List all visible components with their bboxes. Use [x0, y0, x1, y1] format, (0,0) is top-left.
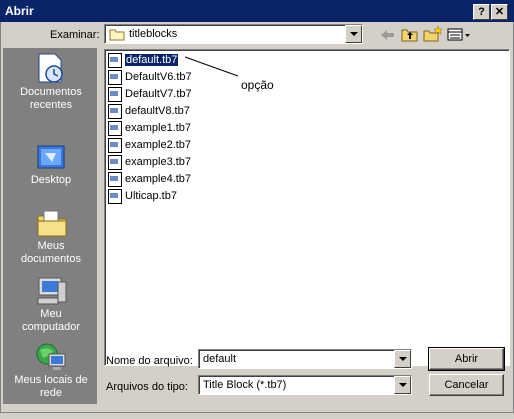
- filetype-value: Title Block (*.tb7): [203, 379, 287, 391]
- back-arrow-icon[interactable]: [379, 28, 397, 42]
- lookin-combo[interactable]: titleblocks: [104, 24, 363, 44]
- lookin-dropdown-button[interactable]: [345, 25, 362, 43]
- tb7-file-icon: [108, 171, 122, 187]
- filename-label: Nome do arquivo:: [106, 355, 193, 367]
- file-rows: default.tb7 DefaultV6.tb7 DefaultV7.tb7 def…: [108, 52, 192, 205]
- file-name: example1.tb7: [125, 122, 192, 135]
- place-label: Meus locais de rede: [14, 374, 88, 399]
- file-item[interactable]: example2.tb7: [108, 137, 192, 154]
- file-name: example3.tb7: [125, 156, 192, 169]
- filename-combo[interactable]: default: [198, 349, 412, 369]
- file-name: defaultV8.tb7: [125, 105, 190, 118]
- file-name: default.tb7: [123, 53, 180, 68]
- file-item[interactable]: default.tb7: [108, 52, 192, 69]
- open-dialog: Examinar: titleblocks Documentos recente…: [0, 22, 514, 413]
- file-item[interactable]: example4.tb7: [108, 171, 192, 188]
- view-menu-icon[interactable]: [447, 28, 471, 42]
- recent-documents-icon: [38, 53, 63, 83]
- new-folder-icon[interactable]: [423, 25, 443, 42]
- file-item[interactable]: defaultV8.tb7: [108, 103, 192, 120]
- place-network[interactable]: Meus locais de rede: [3, 340, 97, 402]
- file-name: example4.tb7: [125, 173, 192, 186]
- up-folder-icon[interactable]: [401, 26, 419, 42]
- filename-input[interactable]: default: [203, 353, 236, 365]
- tb7-file-icon: [108, 52, 122, 68]
- desktop-icon: [37, 145, 65, 169]
- place-label: Meus documentos: [21, 240, 81, 265]
- lookin-value: titleblocks: [129, 28, 178, 40]
- place-label: Desktop: [30, 174, 72, 186]
- cancel-button[interactable]: Cancelar: [429, 374, 504, 396]
- filename-dropdown-button[interactable]: [394, 350, 411, 368]
- window-title: Abrir: [5, 4, 34, 18]
- file-name: Ulticap.tb7: [125, 190, 177, 203]
- open-button[interactable]: Abrir: [428, 347, 505, 371]
- filetype-combo[interactable]: Title Block (*.tb7): [198, 375, 412, 395]
- place-my-documents[interactable]: Meus documentos: [3, 206, 97, 270]
- file-name: DefaultV7.tb7: [125, 88, 192, 101]
- file-item[interactable]: DefaultV7.tb7: [108, 86, 192, 103]
- my-computer-icon: [37, 277, 67, 305]
- network-places-icon: [36, 343, 66, 370]
- folder-icon: [109, 29, 125, 41]
- tb7-file-icon: [108, 154, 122, 170]
- filetype-dropdown-button[interactable]: [394, 376, 411, 394]
- place-desktop[interactable]: Desktop: [3, 142, 97, 192]
- places-bar: Documentos recentes Desktop Meus documen…: [3, 48, 97, 404]
- filetype-label: Arquivos do tipo:: [106, 381, 188, 393]
- tb7-file-icon: [108, 137, 122, 153]
- file-item[interactable]: example1.tb7: [108, 120, 192, 137]
- help-button[interactable]: ?: [473, 4, 490, 20]
- file-item[interactable]: DefaultV6.tb7: [108, 69, 192, 86]
- tb7-file-icon: [108, 103, 122, 119]
- tb7-file-icon: [108, 120, 122, 136]
- tb7-file-icon: [108, 188, 122, 204]
- file-name: example2.tb7: [125, 139, 192, 152]
- place-my-computer[interactable]: Meu computador: [3, 274, 97, 336]
- tb7-file-icon: [108, 86, 122, 102]
- file-item[interactable]: example3.tb7: [108, 154, 192, 171]
- place-label: Meu computador: [21, 308, 81, 333]
- place-label: Documentos recentes: [20, 86, 82, 111]
- file-name: DefaultV6.tb7: [125, 71, 192, 84]
- file-list[interactable]: default.tb7 DefaultV6.tb7 DefaultV7.tb7 def…: [104, 49, 510, 366]
- annotation-line: [184, 56, 239, 77]
- place-recent-documents[interactable]: Documentos recentes: [3, 48, 97, 136]
- annotation-text: opção: [241, 78, 274, 92]
- file-item[interactable]: Ulticap.tb7: [108, 188, 192, 205]
- close-button[interactable]: ✕: [491, 4, 508, 20]
- my-documents-icon: [37, 210, 67, 237]
- lookin-label: Examinar:: [50, 29, 100, 41]
- title-bar[interactable]: Abrir ? ✕: [0, 0, 514, 22]
- tb7-file-icon: [108, 69, 122, 85]
